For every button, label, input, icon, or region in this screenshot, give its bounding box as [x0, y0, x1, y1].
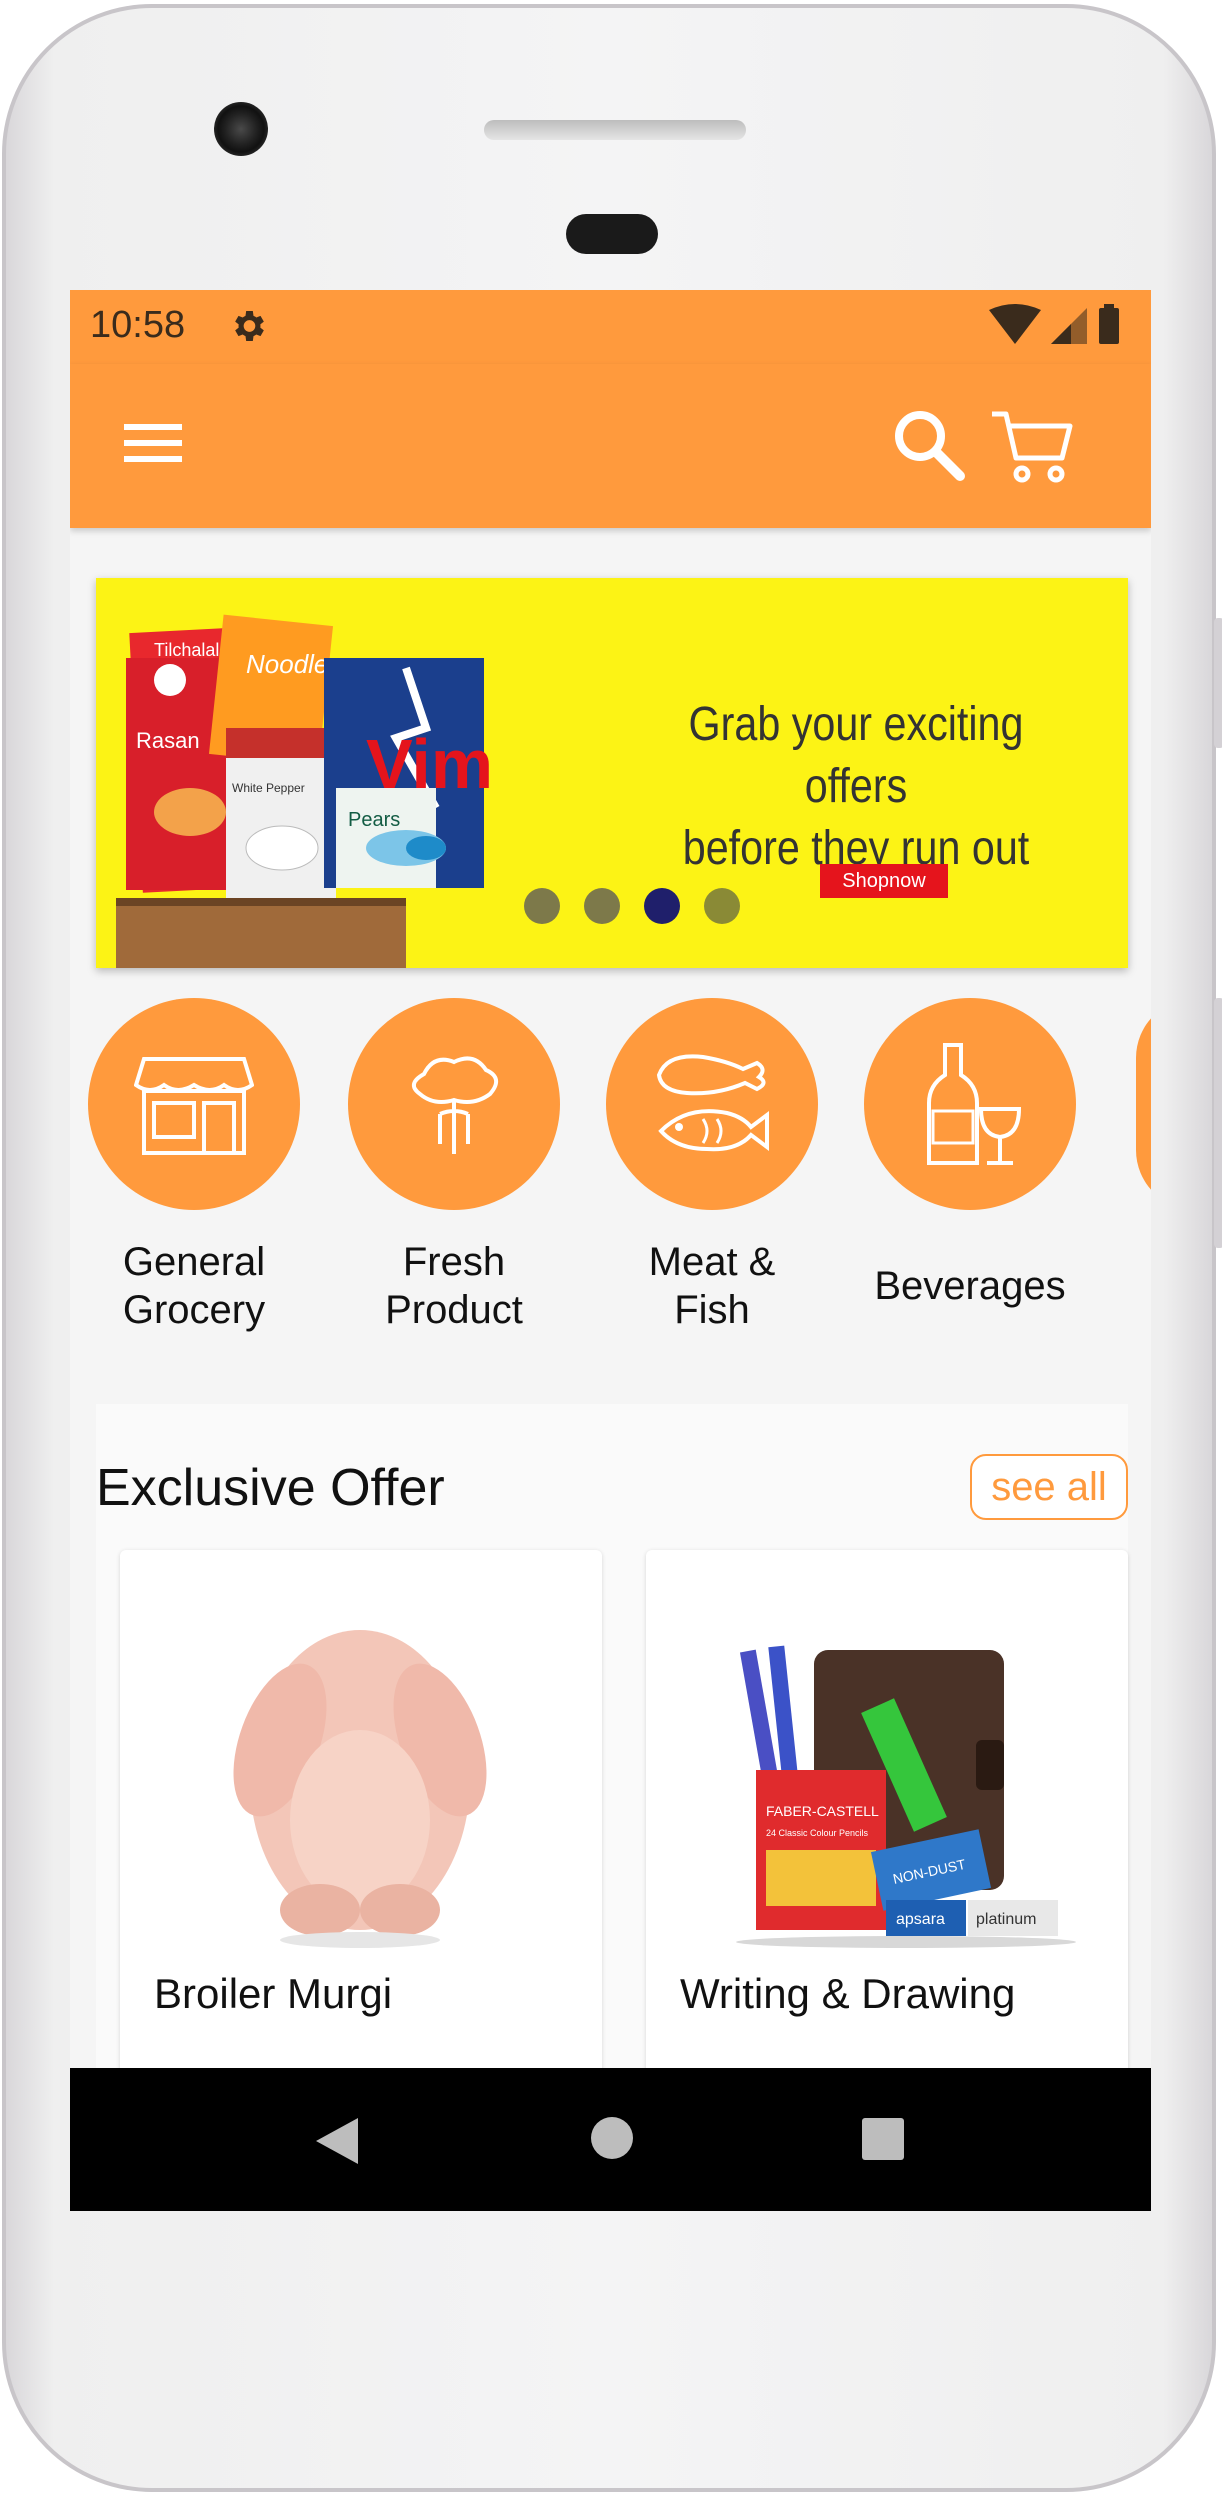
recents-icon[interactable]: [860, 2118, 906, 2162]
app-bar: [70, 364, 1151, 528]
shop-now-button[interactable]: Shopnow: [820, 864, 948, 898]
banner-label-tilchalal: Tilchalal: [154, 640, 219, 660]
category-next-partial[interactable]: [1136, 998, 1151, 1210]
banner-products-image: Tilchalal Rasan Noodles White Pepper Vim…: [116, 614, 493, 968]
power-button: [1214, 618, 1222, 748]
home-icon[interactable]: [590, 2116, 634, 2160]
banner-headline-line1: Grab your exciting offers: [688, 698, 1024, 813]
front-camera: [214, 102, 268, 156]
category-label-line1: Meat &: [648, 1240, 776, 1284]
status-time: 10:58: [90, 304, 186, 346]
carousel-dot-3-active[interactable]: [644, 888, 680, 924]
banner-label-white-pepper: White Pepper: [232, 781, 305, 795]
chicken-image: [233, 1630, 487, 1948]
category-label-line2: Fish: [674, 1288, 750, 1332]
search-icon[interactable]: [892, 408, 966, 482]
vegetable-icon: [412, 1056, 498, 1154]
stationery-label-apsara: apsara: [896, 1911, 945, 1928]
category-label-line1: General: [122, 1240, 266, 1284]
category-label-line2: Grocery: [122, 1288, 266, 1332]
gear-icon: [235, 311, 264, 341]
battery-icon: [1099, 308, 1119, 344]
menu-icon[interactable]: [124, 420, 182, 466]
promo-banner[interactable]: Tilchalal Rasan Noodles White Pepper Vim…: [96, 578, 1128, 968]
banner-headline: Grab your exciting offers before they ru…: [632, 694, 1079, 880]
see-all-button[interactable]: see all: [970, 1454, 1128, 1520]
earpiece-speaker: [484, 120, 746, 140]
bottle-glass-icon: [927, 1043, 1022, 1165]
category-label-line1: Fresh: [402, 1240, 506, 1284]
category-fresh-product[interactable]: Fresh Product: [334, 998, 574, 1334]
category-label-line1: Beverages: [874, 1264, 1066, 1308]
carousel-dot-4[interactable]: [704, 888, 740, 924]
section-title: Exclusive Offer: [96, 1459, 445, 1517]
stationery-label-faber: FABER-CASTELL: [766, 1803, 879, 1819]
category-list: General Grocery Fresh Product Meat & Fis…: [70, 980, 1151, 1400]
banner-label-rasan: Rasan: [136, 728, 200, 753]
app-screen: 10:58 Tilchalal Rasan Noodles White Pepp…: [70, 290, 1151, 2211]
cart-icon[interactable]: [990, 408, 1074, 484]
status-icons: [989, 304, 1119, 344]
product-card-writing-drawing[interactable]: FABER-CASTELL 24 Classic Colour Pencils …: [646, 1550, 1128, 2110]
category-beverages[interactable]: Beverages: [850, 998, 1090, 1310]
stationery-label-pencils: 24 Classic Colour Pencils: [766, 1828, 869, 1838]
category-general-grocery[interactable]: General Grocery: [74, 998, 314, 1334]
category-meat-fish[interactable]: Meat & Fish: [592, 998, 832, 1334]
back-icon[interactable]: [314, 2116, 360, 2166]
product-name: Writing & Drawing: [680, 1970, 1016, 2017]
stationery-image: FABER-CASTELL 24 Classic Colour Pencils …: [736, 1645, 1076, 1948]
status-bar: 10:58: [70, 290, 1151, 364]
banner-label-pears: Pears: [348, 809, 400, 831]
meat-fish-icon: [656, 1054, 769, 1152]
product-card-broiler[interactable]: Broiler Murgi: [120, 1550, 602, 2110]
carousel-dot-2[interactable]: [584, 888, 620, 924]
category-label-line2: Product: [385, 1288, 523, 1332]
proximity-sensor: [566, 214, 658, 254]
stationery-label-platinum: platinum: [976, 1911, 1036, 1928]
phone-frame: 10:58 Tilchalal Rasan Noodles White Pepp…: [2, 4, 1222, 2492]
carousel-dot-1[interactable]: [524, 888, 560, 924]
store-icon: [134, 1057, 254, 1155]
volume-button: [1214, 998, 1222, 1248]
system-nav-bar: [70, 2068, 1151, 2211]
product-name: Broiler Murgi: [154, 1970, 393, 2017]
wifi-icon: [989, 304, 1041, 344]
